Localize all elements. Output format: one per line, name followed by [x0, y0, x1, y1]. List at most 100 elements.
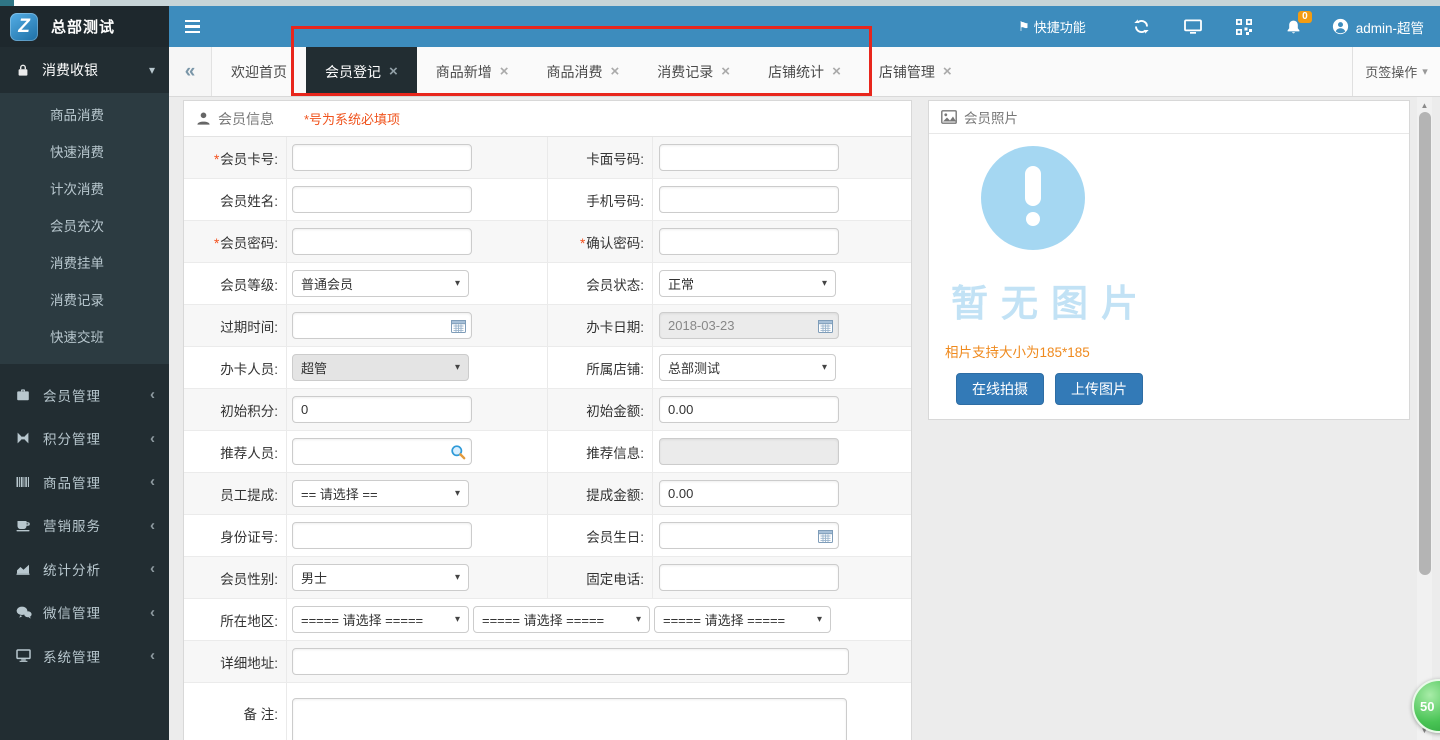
quick-actions-label: 快捷功能 [1034, 17, 1086, 36]
scrollbar-thumb[interactable] [1419, 112, 1431, 575]
no-image-text: 暂无图片 [951, 273, 1151, 327]
form-row: 初始积分: 初始金额: [184, 389, 911, 431]
calendar-icon[interactable] [818, 319, 833, 333]
member-card-no-input[interactable] [292, 144, 472, 171]
address-input[interactable] [292, 648, 849, 675]
caret-down-icon: ▾ [1422, 65, 1428, 78]
chevron-left-icon: ‹ [150, 604, 155, 621]
member-name-input[interactable] [292, 186, 472, 213]
chevron-left-icon: ‹ [150, 517, 155, 534]
refresh-button[interactable] [1116, 6, 1167, 47]
sidebar-subitem-count-consume[interactable]: 计次消费 [0, 171, 169, 208]
sidebar-subitem-pending-orders[interactable]: 消费挂单 [0, 245, 169, 282]
close-tab-icon[interactable]: × [389, 64, 398, 79]
form-row: 会员性别: 男士▾ 固定电话: [184, 557, 911, 599]
sidebar-item-members[interactable]: 会员管理 ‹ [0, 373, 169, 417]
tab-member-register[interactable]: 会员登记 × [306, 47, 417, 96]
wechat-icon [16, 606, 34, 619]
sidebar-item-marketing[interactable]: 营销服务 ‹ [0, 504, 169, 548]
referrer-input[interactable] [292, 438, 472, 465]
sidebar-item-points[interactable]: 积分管理 ‹ [0, 417, 169, 461]
user-menu[interactable]: admin-超管 [1332, 6, 1424, 47]
barcode-icon [16, 476, 34, 488]
qr-grid-button[interactable] [1219, 6, 1269, 47]
brand-logo[interactable]: Z 总部测试 [0, 6, 169, 47]
notifications-button[interactable]: 0 [1269, 6, 1318, 47]
form-row: 详细地址: [184, 641, 911, 683]
region-province-select[interactable]: ===== 请选择 =====▾ [292, 606, 469, 633]
form-row: 员工提成: == 请选择 ==▾ 提成金额: [184, 473, 911, 515]
tab-consume-records[interactable]: 消费记录 × [638, 47, 749, 96]
sidebar-item-goods[interactable]: 商品管理 ‹ [0, 460, 169, 504]
expire-date-input[interactable] [292, 312, 472, 339]
card-face-no-input[interactable] [659, 144, 839, 171]
member-status-select[interactable]: 正常▾ [659, 270, 836, 297]
close-tab-icon[interactable]: × [943, 64, 952, 79]
member-level-select[interactable]: 普通会员▾ [292, 270, 469, 297]
form-row: 推荐人员: 推荐信息: [184, 431, 911, 473]
notification-badge: 0 [1298, 11, 1312, 23]
tab-goods-consume[interactable]: 商品消费 × [528, 47, 639, 96]
caret-down-icon: ▾ [817, 614, 822, 625]
display-button[interactable] [1167, 6, 1219, 47]
sidebar-item-cashier[interactable]: 消费收银 ▾ [0, 47, 169, 93]
region-district-select[interactable]: ===== 请选择 =====▾ [654, 606, 831, 633]
sidebar-subitem-member-recharge[interactable]: 会员充次 [0, 208, 169, 245]
sidebar-toggle-button[interactable] [169, 6, 215, 47]
close-tab-icon[interactable]: × [832, 64, 841, 79]
initial-points-input[interactable] [292, 396, 472, 423]
caret-down-icon: ▾ [822, 362, 827, 373]
form-row: 身份证号: 会员生日: [184, 515, 911, 557]
remark-textarea[interactable] [292, 698, 847, 740]
member-photo-panel: 会员照片 暂无图片 相片支持大小为185*185 在线拍摄 上传图片 [928, 100, 1410, 420]
caret-down-icon: ▾ [455, 278, 460, 289]
form-row: 备 注: [184, 683, 911, 740]
calendar-icon[interactable] [818, 529, 833, 543]
sidebar-subitem-quick-shift[interactable]: 快速交班 [0, 319, 169, 356]
tab-bar: « 欢迎首页 会员登记 × 商品新增 × 商品消费 × 消费记录 × 店铺统计 … [169, 47, 1440, 97]
close-tab-icon[interactable]: × [611, 64, 620, 79]
vertical-scrollbar[interactable]: ▲ ▼ [1417, 97, 1432, 740]
cup-icon [16, 519, 34, 532]
staff-commission-select[interactable]: == 请选择 ==▾ [292, 480, 469, 507]
upload-image-button[interactable]: 上传图片 [1055, 373, 1143, 405]
sidebar-item-statistics[interactable]: 统计分析 ‹ [0, 547, 169, 591]
sidebar-subitem-quick-consume[interactable]: 快速消费 [0, 134, 169, 171]
close-tab-icon[interactable]: × [500, 64, 509, 79]
scroll-up-icon[interactable]: ▲ [1417, 98, 1432, 113]
tabs-scroll-left-button[interactable]: « [169, 47, 212, 96]
sidebar-item-wechat[interactable]: 微信管理 ‹ [0, 591, 169, 635]
online-capture-button[interactable]: 在线拍摄 [956, 373, 1044, 405]
brand-title: 总部测试 [51, 16, 115, 37]
region-city-select[interactable]: ===== 请选择 =====▾ [473, 606, 650, 633]
quick-actions-button[interactable]: ⚑ 快捷功能 [1018, 6, 1086, 47]
panel-title: 会员照片 [964, 107, 1018, 127]
sidebar-item-system[interactable]: 系统管理 ‹ [0, 634, 169, 678]
birthday-input[interactable] [659, 522, 839, 549]
search-icon[interactable] [450, 444, 466, 460]
calendar-icon[interactable] [451, 319, 466, 333]
caret-down-icon: ▾ [636, 614, 641, 625]
shop-select[interactable]: 总部测试▾ [659, 354, 836, 381]
close-tab-icon[interactable]: × [721, 64, 730, 79]
form-row: 会员等级: 普通会员▾ 会员状态: 正常▾ [184, 263, 911, 305]
gender-select[interactable]: 男士▾ [292, 564, 469, 591]
tab-shop-manage[interactable]: 店铺管理 × [860, 47, 971, 96]
tab-operations-dropdown[interactable]: 页签操作 ▾ [1352, 47, 1440, 96]
id-card-no-input[interactable] [292, 522, 472, 549]
member-info-panel: 会员信息 *号为系统必填项 *会员卡号: 卡面号码: 会员姓名: 手机号码: *… [183, 100, 912, 740]
sidebar-subitem-goods-consume[interactable]: 商品消费 [0, 97, 169, 134]
tab-shop-statistics[interactable]: 店铺统计 × [749, 47, 860, 96]
tab-goods-add[interactable]: 商品新增 × [417, 47, 528, 96]
flag-icon: ⚑ [1018, 19, 1030, 35]
landline-input[interactable] [659, 564, 839, 591]
member-password-input[interactable] [292, 228, 472, 255]
user-icon [1332, 18, 1349, 35]
commission-amount-input[interactable] [659, 480, 839, 507]
area-chart-icon [16, 563, 34, 575]
sidebar-subitem-consume-records[interactable]: 消费记录 [0, 282, 169, 319]
tab-welcome-home[interactable]: 欢迎首页 [212, 47, 306, 96]
initial-amount-input[interactable] [659, 396, 839, 423]
confirm-password-input[interactable] [659, 228, 839, 255]
mobile-no-input[interactable] [659, 186, 839, 213]
